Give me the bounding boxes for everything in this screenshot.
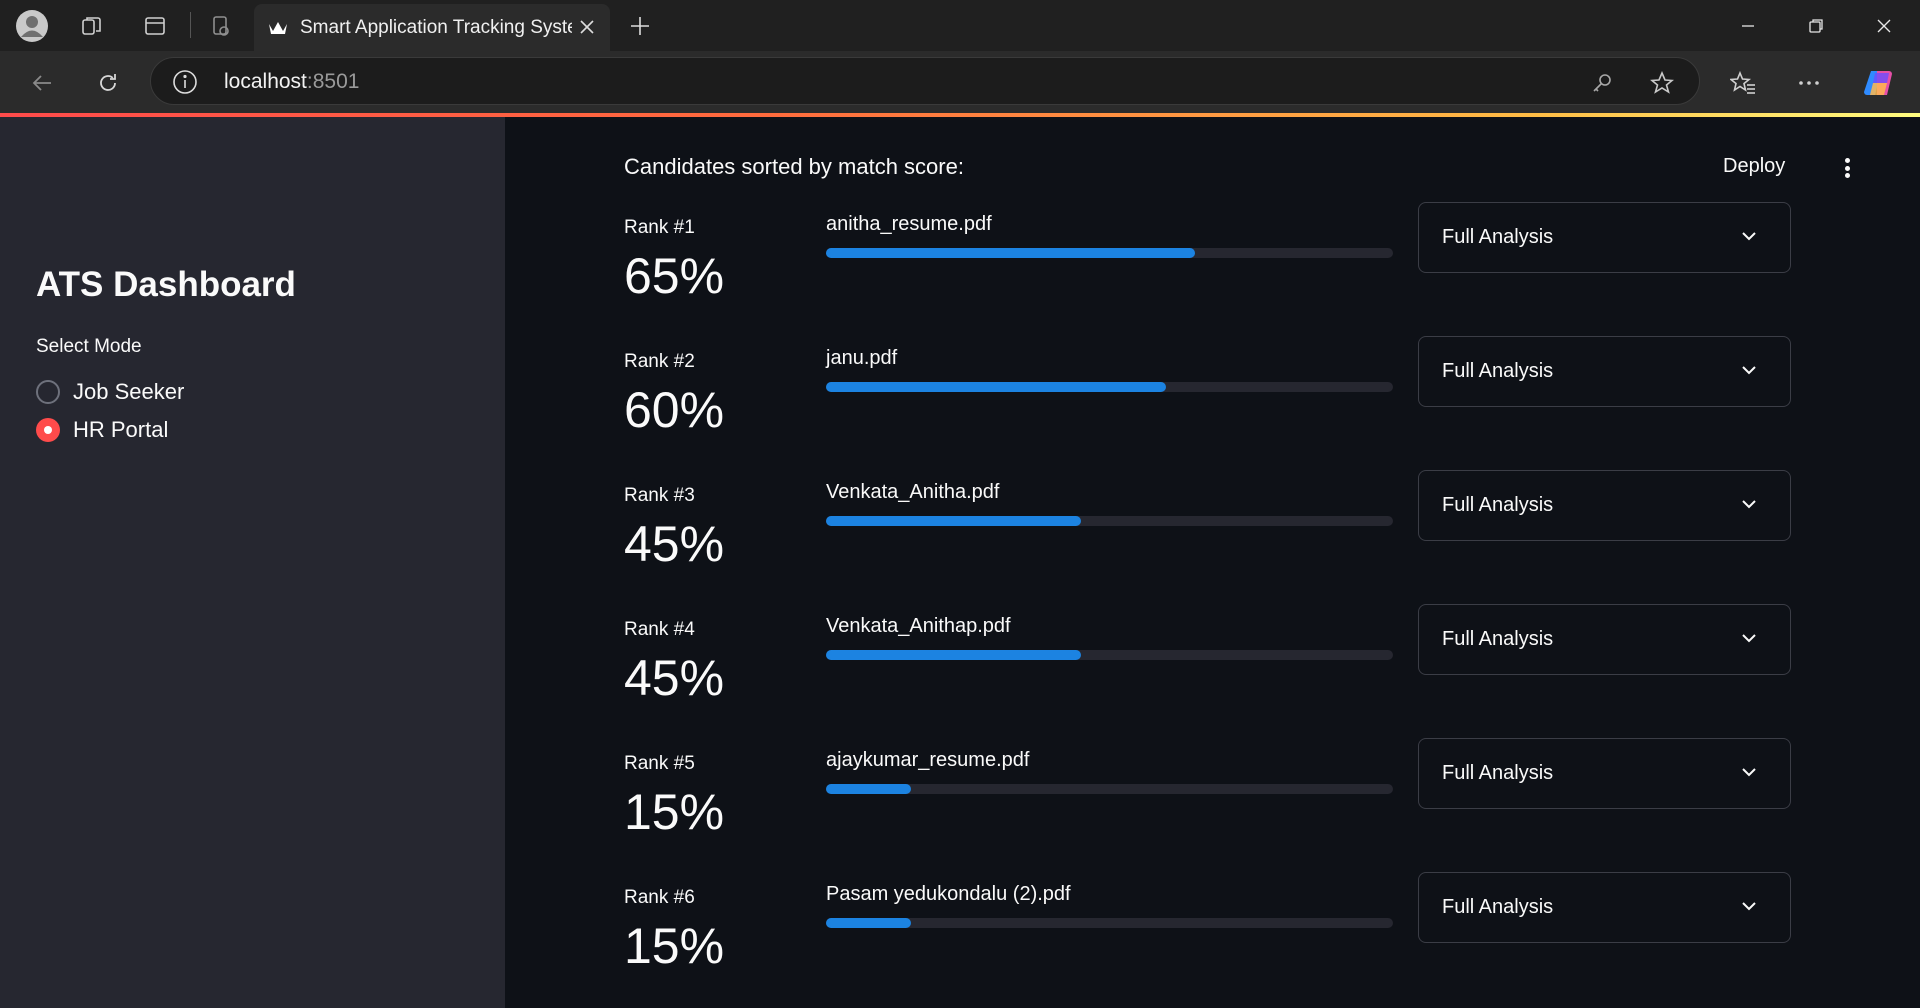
minimize-icon[interactable] bbox=[1716, 0, 1780, 51]
expander-label: Full Analysis bbox=[1442, 494, 1554, 516]
candidate-row: Rank #6 15% Pasam yedukondalu (2).pdf Full … bbox=[505, 872, 1920, 1008]
key-icon[interactable] bbox=[1587, 68, 1617, 98]
candidate-row: Rank #2 60% janu.pdf Full Analysis bbox=[505, 336, 1920, 485]
star-icon[interactable] bbox=[1647, 68, 1677, 98]
progress-fill bbox=[826, 516, 1081, 526]
deploy-button[interactable]: Deploy bbox=[1723, 155, 1785, 178]
resume-filename: Venkata_Anithap.pdf bbox=[826, 615, 1011, 637]
full-analysis-expander[interactable]: Full Analysis bbox=[1418, 604, 1791, 675]
profile-icon[interactable] bbox=[14, 8, 50, 44]
progress-track bbox=[826, 918, 1393, 928]
browser-tabstrip: Smart Application Tracking System bbox=[0, 0, 1920, 51]
rank-label: Rank #3 bbox=[624, 485, 695, 506]
results-subheading: Candidates sorted by match score: bbox=[624, 154, 964, 179]
candidate-row: Rank #3 45% Venkata_Anitha.pdf Full Analysi… bbox=[505, 470, 1920, 619]
expander-label: Full Analysis bbox=[1442, 628, 1554, 650]
radio-checked[interactable] bbox=[36, 418, 60, 442]
full-analysis-expander[interactable]: Full Analysis bbox=[1418, 872, 1791, 943]
chevron-down-icon bbox=[1738, 627, 1760, 649]
tab-actions-icon[interactable] bbox=[137, 8, 173, 44]
full-analysis-expander[interactable]: Full Analysis bbox=[1418, 202, 1791, 273]
url-port: :8501 bbox=[306, 70, 360, 93]
radio-label: Job Seeker bbox=[73, 379, 185, 404]
progress-fill bbox=[826, 382, 1166, 392]
expander-label: Full Analysis bbox=[1442, 896, 1554, 918]
rank-label: Rank #4 bbox=[624, 619, 695, 640]
close-icon[interactable] bbox=[572, 12, 602, 42]
chevron-down-icon bbox=[1738, 761, 1760, 783]
rank-label: Rank #6 bbox=[624, 887, 695, 908]
radio-option-hr-portal[interactable]: HR Portal bbox=[36, 415, 168, 445]
chevron-down-icon bbox=[1738, 895, 1760, 917]
resume-filename: Pasam yedukondalu (2).pdf bbox=[826, 883, 1071, 905]
match-score: 15% bbox=[624, 918, 725, 974]
progress-track bbox=[826, 248, 1393, 258]
chevron-down-icon bbox=[1738, 359, 1760, 381]
match-score: 15% bbox=[624, 784, 725, 840]
progress-fill bbox=[826, 784, 911, 794]
match-score: 65% bbox=[624, 248, 725, 304]
match-score: 45% bbox=[624, 516, 725, 572]
sidebar: ATS Dashboard Select Mode Job Seeker HR … bbox=[0, 117, 505, 1008]
rank-label: Rank #1 bbox=[624, 217, 695, 238]
progress-track bbox=[826, 516, 1393, 526]
more-icon[interactable] bbox=[1789, 63, 1829, 103]
mode-label: Select Mode bbox=[36, 336, 142, 357]
window-close-icon[interactable] bbox=[1852, 0, 1916, 51]
sidebar-title: ATS Dashboard bbox=[36, 265, 296, 304]
expander-label: Full Analysis bbox=[1442, 360, 1554, 382]
browser-essentials-icon[interactable] bbox=[203, 8, 239, 44]
back-icon[interactable] bbox=[22, 63, 62, 103]
full-analysis-expander[interactable]: Full Analysis bbox=[1418, 738, 1791, 809]
refresh-icon[interactable] bbox=[88, 63, 128, 103]
restore-icon[interactable] bbox=[1784, 0, 1848, 51]
rank-label: Rank #2 bbox=[624, 351, 695, 372]
streamlit-crown-icon bbox=[266, 16, 290, 40]
progress-track bbox=[826, 382, 1393, 392]
rank-label: Rank #5 bbox=[624, 753, 695, 774]
info-icon[interactable] bbox=[171, 68, 199, 96]
chevron-down-icon bbox=[1738, 493, 1760, 515]
progress-fill bbox=[826, 918, 911, 928]
main-content: Deploy Candidates sorted by match score:… bbox=[505, 117, 1920, 1008]
resume-filename: ajaykumar_resume.pdf bbox=[826, 749, 1030, 771]
radio-unchecked[interactable] bbox=[36, 380, 60, 404]
expander-label: Full Analysis bbox=[1442, 762, 1554, 784]
progress-fill bbox=[826, 650, 1081, 660]
match-score: 60% bbox=[624, 382, 725, 438]
copilot-icon[interactable] bbox=[1859, 63, 1899, 103]
address-bar[interactable]: localhost:8501 bbox=[150, 57, 1700, 105]
browser-toolbar: localhost:8501 bbox=[0, 51, 1920, 113]
resume-filename: Venkata_Anitha.pdf bbox=[826, 481, 1000, 503]
active-tab[interactable]: Smart Application Tracking System bbox=[254, 4, 610, 51]
tab-title: Smart Application Tracking System bbox=[300, 17, 572, 38]
favorites-icon[interactable] bbox=[1723, 63, 1763, 103]
tab-separator bbox=[190, 12, 191, 38]
match-score: 45% bbox=[624, 650, 725, 706]
full-analysis-expander[interactable]: Full Analysis bbox=[1418, 336, 1791, 407]
progress-track bbox=[826, 784, 1393, 794]
workspaces-icon[interactable] bbox=[74, 8, 110, 44]
resume-filename: anitha_resume.pdf bbox=[826, 213, 992, 235]
full-analysis-expander[interactable]: Full Analysis bbox=[1418, 470, 1791, 541]
progress-fill bbox=[826, 248, 1195, 258]
candidate-row: Rank #1 65% anitha_resume.pdf Full Analysis bbox=[505, 202, 1920, 351]
url-text[interactable]: localhost:8501 bbox=[224, 70, 359, 94]
plus-icon[interactable] bbox=[622, 8, 658, 44]
radio-option-job-seeker[interactable]: Job Seeker bbox=[36, 377, 184, 407]
chevron-down-icon bbox=[1738, 225, 1760, 247]
kebab-menu-icon[interactable] bbox=[1835, 155, 1859, 181]
candidate-row: Rank #5 15% ajaykumar_resume.pdf Full Analy… bbox=[505, 738, 1920, 887]
candidate-row: Rank #4 45% Venkata_Anithap.pdf Full Analys… bbox=[505, 604, 1920, 753]
progress-track bbox=[826, 650, 1393, 660]
expander-label: Full Analysis bbox=[1442, 226, 1554, 248]
url-host: localhost bbox=[224, 70, 307, 93]
radio-label: HR Portal bbox=[73, 417, 169, 442]
resume-filename: janu.pdf bbox=[826, 347, 898, 369]
